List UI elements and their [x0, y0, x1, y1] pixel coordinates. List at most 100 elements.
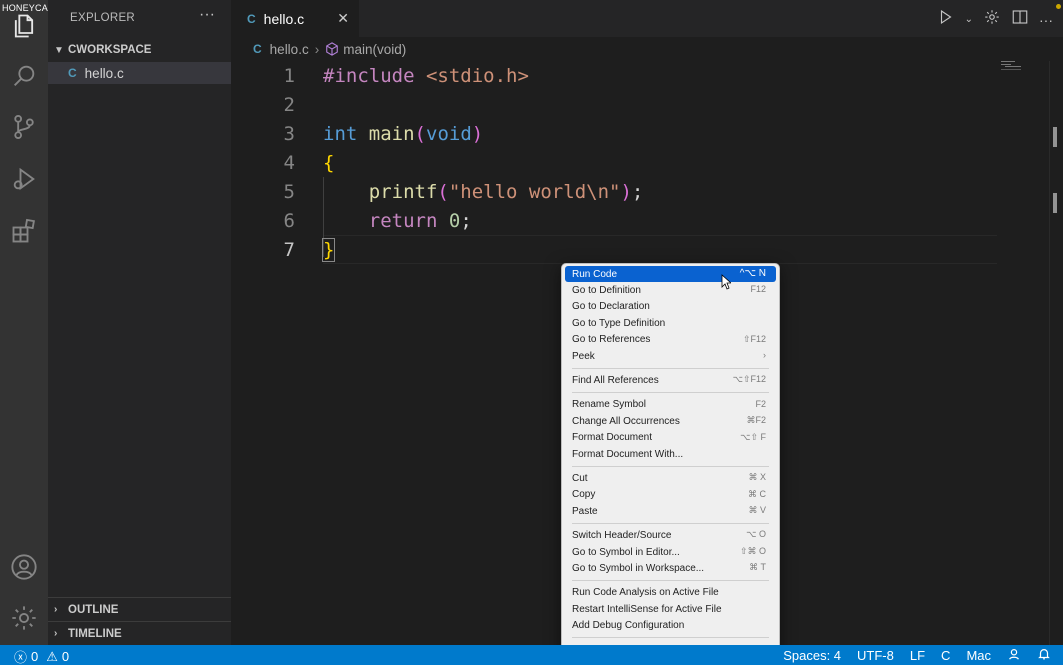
menu-item-shortcut: ⇧F12 — [742, 333, 766, 344]
menu-item[interactable]: Run Code Analysis on Active File — [565, 585, 776, 601]
warning-count: 0 — [61, 649, 70, 664]
menu-item-label: Go to Definition — [572, 285, 641, 297]
menu-item-label: Format Document With... — [572, 448, 684, 460]
menu-separator — [572, 580, 769, 582]
menu-item-label: Copy — [572, 489, 596, 501]
workspace-header[interactable]: ▼ CWORKSPACE — [48, 40, 231, 60]
menu-item[interactable]: Switch Header/Source ⌥ O — [565, 527, 776, 543]
source-control-icon[interactable] — [8, 111, 40, 143]
scroll-thumb[interactable] — [1053, 127, 1057, 147]
activity-bar: HONEYCAM — [0, 0, 55, 645]
menu-item[interactable]: Format Document ⌥⇧ F — [565, 430, 776, 446]
problems-indicator[interactable]: ⓧ 0 ⚠ 0 — [14, 647, 69, 665]
c-file-icon: C — [247, 11, 256, 26]
notification-dot — [1056, 4, 1061, 9]
chevron-right-icon: › — [314, 41, 320, 57]
menu-item[interactable]: Restart IntelliSense for Active File — [565, 601, 776, 617]
code-token: ( — [437, 180, 449, 203]
search-icon[interactable] — [8, 60, 40, 92]
code-line: 7 } — [231, 235, 1001, 264]
menu-item-label: Change All Occurrences — [572, 415, 680, 427]
outline-section[interactable]: › OUTLINE — [48, 597, 231, 621]
menu-separator — [572, 522, 769, 524]
code-token: { — [323, 151, 335, 174]
menu-item[interactable]: Run Code ^⌥ N — [565, 266, 776, 283]
menu-item-shortcut: ⌘F2 — [746, 415, 766, 426]
chevron-down-icon[interactable]: ⌄ — [965, 14, 973, 25]
indentation-status[interactable]: Spaces: 4 — [783, 648, 841, 663]
account-icon[interactable] — [8, 551, 40, 583]
settings-gear-icon[interactable] — [8, 602, 40, 634]
code-token: ) — [620, 180, 632, 203]
menu-item-label: Find All References — [572, 375, 659, 387]
menu-item[interactable]: Rename Symbol F2 — [565, 397, 776, 413]
more-actions-icon[interactable]: ··· — [1039, 12, 1053, 28]
timeline-label: TIMELINE — [68, 627, 122, 640]
split-editor-icon[interactable] — [1011, 8, 1029, 31]
explorer-icon[interactable] — [8, 10, 40, 42]
status-bar: ⓧ 0 ⚠ 0 Spaces: 4 UTF-8 LF C Mac — [0, 645, 1063, 665]
menu-item[interactable]: Go to Declaration — [565, 299, 776, 315]
editor-actions: ⌄ ··· — [937, 8, 1053, 31]
menu-item[interactable]: Change All Occurrences ⌘F2 — [565, 413, 776, 429]
run-debug-icon[interactable] — [8, 163, 40, 195]
file-name: hello.c — [84, 65, 124, 81]
warning-icon: ⚠ — [46, 648, 58, 664]
c-file-icon: C — [253, 42, 262, 56]
menu-item[interactable]: Peek › — [565, 348, 776, 364]
timeline-section[interactable]: › TIMELINE — [48, 621, 231, 645]
menu-item[interactable]: Format Document With... — [565, 446, 776, 462]
menu-item[interactable]: Go to References ⇧F12 — [565, 332, 776, 348]
menu-item[interactable]: Go to Definition F12 — [565, 282, 776, 298]
feedback-icon[interactable] — [1007, 647, 1021, 664]
menu-item-shortcut: ⇧⌘ O — [739, 545, 766, 556]
outline-label: OUTLINE — [68, 603, 119, 616]
encoding-status[interactable]: UTF-8 — [857, 648, 894, 663]
platform-status[interactable]: Mac — [966, 648, 991, 663]
more-actions-icon[interactable]: ··· — [199, 6, 215, 24]
extensions-icon[interactable] — [8, 215, 40, 247]
code-token: ) — [471, 122, 484, 145]
line-number: 7 — [283, 238, 295, 261]
menu-item-label: Format Document — [572, 432, 653, 444]
minimap[interactable] — [1001, 61, 1051, 81]
line-number: 1 — [283, 64, 295, 87]
settings-gear-icon[interactable] — [983, 8, 1001, 31]
breadcrumb-file[interactable]: hello.c — [270, 42, 309, 57]
code-line: 4 { — [231, 148, 1001, 177]
run-code-icon[interactable] — [937, 8, 955, 31]
breadcrumb-symbol[interactable]: main(void) — [343, 42, 406, 57]
language-status[interactable]: C — [941, 648, 950, 663]
menu-item-label: Cut — [572, 472, 588, 484]
menu-item-label: Rename Symbol — [572, 399, 646, 411]
menu-item[interactable]: Add Debug Configuration — [565, 617, 776, 633]
line-number: 4 — [283, 151, 295, 174]
error-count: 0 — [31, 649, 39, 664]
workspace-name: CWORKSPACE — [68, 44, 152, 56]
menu-item-shortcut: ⌘ X — [748, 472, 766, 483]
code-token: main — [368, 122, 415, 145]
menu-item-label: Go to Declaration — [572, 301, 650, 313]
menu-item[interactable]: Cut ⌘ X — [565, 470, 776, 486]
code-line: 5 printf("hello world\n"); — [231, 177, 1001, 206]
menu-item[interactable]: Copy ⌘ C — [565, 487, 776, 503]
menu-item[interactable]: Go to Symbol in Editor... ⇧⌘ O — [565, 544, 776, 560]
line-number: 5 — [283, 180, 295, 203]
close-icon[interactable]: ✕ — [337, 10, 349, 27]
code-token: int — [323, 122, 358, 145]
menu-item-shortcut: ⌥⇧ F — [740, 431, 766, 442]
code-line: 3 int main(void) — [231, 119, 1001, 148]
menu-item-label: Peek — [572, 350, 595, 362]
tab-hello-c[interactable]: C hello.c ✕ — [231, 0, 359, 37]
file-item-hello-c[interactable]: C hello.c — [48, 62, 231, 84]
vertical-scrollbar[interactable] — [1049, 61, 1063, 645]
menu-item[interactable]: Find All References ⌥⇧F12 — [565, 372, 776, 388]
menu-item[interactable]: Paste ⌘ V — [565, 503, 776, 519]
notifications-bell-icon[interactable] — [1037, 647, 1051, 664]
eol-status[interactable]: LF — [910, 648, 925, 663]
menu-item[interactable]: Go to Symbol in Workspace... ⌘ T — [565, 560, 776, 576]
scroll-thumb[interactable] — [1053, 193, 1057, 213]
menu-separator — [572, 367, 769, 369]
code-token: ; — [460, 209, 472, 232]
menu-item[interactable]: Go to Type Definition — [565, 315, 776, 331]
